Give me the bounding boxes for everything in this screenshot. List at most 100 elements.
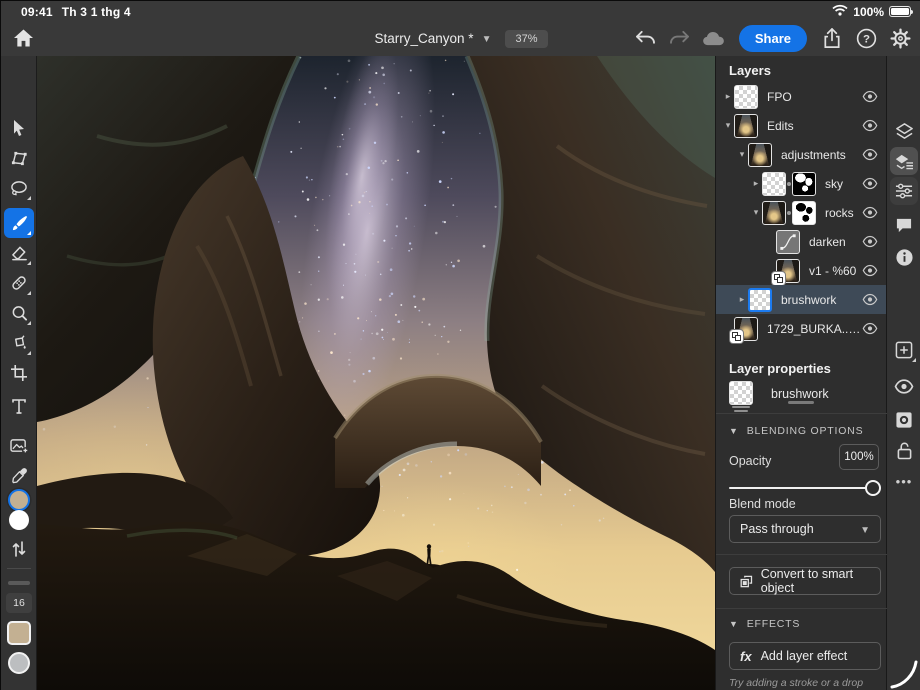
layer-row-v1-60[interactable]: v1 - %60 xyxy=(716,256,886,285)
brush-tool[interactable] xyxy=(4,208,34,238)
crop-tool[interactable] xyxy=(4,358,34,388)
lasso-select-tool[interactable] xyxy=(4,173,34,203)
status-date: Th 3 1 thg 4 xyxy=(62,5,131,19)
layer-row-fpo[interactable]: ▸ FPO xyxy=(716,82,886,111)
visibility-eye-icon[interactable] xyxy=(861,119,879,132)
layer-row-adjustments[interactable]: ▾adjustments xyxy=(716,140,886,169)
divider xyxy=(716,608,888,609)
type-tool[interactable] xyxy=(4,391,34,421)
visibility-eye-icon[interactable] xyxy=(861,177,879,190)
smart-object-badge xyxy=(730,330,743,343)
layer-thumbnail[interactable] xyxy=(762,172,786,196)
layer-properties-title: Layer properties xyxy=(729,361,831,376)
smart-object-icon xyxy=(740,574,753,589)
redo-button[interactable] xyxy=(667,26,693,52)
battery-percent: 100% xyxy=(853,5,884,19)
layer-thumbnail[interactable] xyxy=(748,143,772,167)
visibility-eye-icon[interactable] xyxy=(861,148,879,161)
more-options-button[interactable]: ••• xyxy=(887,474,920,489)
swap-colors-button[interactable] xyxy=(4,534,34,564)
layer-thumbnail[interactable] xyxy=(776,230,800,254)
foreground-color-swatch[interactable] xyxy=(8,489,30,511)
layer-mask-button[interactable] xyxy=(890,406,918,434)
place-photo-tool[interactable] xyxy=(4,431,34,461)
layer-row-edits[interactable]: ▾Edits xyxy=(716,111,886,140)
layer-row-1729-burka-anced-nr33[interactable]: 1729_BURKA...anced-NR33 xyxy=(716,314,886,343)
add-layer-button[interactable] xyxy=(890,336,918,364)
layer-thumbnail[interactable] xyxy=(762,201,786,225)
layer-thumbnail[interactable] xyxy=(734,85,758,109)
move-tool[interactable] xyxy=(4,113,34,143)
convert-to-smart-object-button[interactable]: Convert to smart object xyxy=(729,567,881,595)
background-color-swatch[interactable] xyxy=(9,510,29,530)
export-icon[interactable] xyxy=(819,26,845,52)
visibility-eye-icon[interactable] xyxy=(861,264,879,277)
lock-layer-button[interactable] xyxy=(890,437,918,465)
share-button[interactable]: Share xyxy=(739,25,807,52)
layer-mask-thumbnail[interactable] xyxy=(792,201,816,225)
layer-detail-view-button[interactable] xyxy=(890,147,918,175)
title-chevron-icon[interactable]: ▼ xyxy=(482,34,492,45)
layer-thumbnail[interactable] xyxy=(776,259,800,283)
layer-row-rocks[interactable]: ▾ rocks xyxy=(716,198,886,227)
blend-mode-select[interactable]: Pass through ▼ xyxy=(729,515,881,543)
layer-label: FPO xyxy=(767,90,861,104)
cloud-sync-icon[interactable] xyxy=(701,26,727,52)
layer-thumbnail[interactable] xyxy=(734,114,758,138)
eyedropper-tool[interactable] xyxy=(4,460,34,490)
layer-expand-arrow[interactable]: ▾ xyxy=(722,120,734,131)
help-button[interactable]: ? xyxy=(853,26,879,52)
document-title[interactable]: Starry_Canyon * xyxy=(375,31,474,46)
visibility-eye-icon[interactable] xyxy=(861,235,879,248)
battery-icon xyxy=(889,6,911,17)
svg-text:?: ? xyxy=(863,34,870,46)
brush-preview-swatch[interactable] xyxy=(8,652,30,674)
visibility-eye-icon[interactable] xyxy=(861,206,879,219)
layer-label: darken xyxy=(809,235,861,249)
opacity-value-field[interactable]: 100% xyxy=(839,444,879,470)
layer-expand-arrow[interactable]: ▸ xyxy=(750,178,762,189)
effects-header[interactable]: ▼EFFECTS xyxy=(729,618,800,630)
layer-thumbnail[interactable] xyxy=(734,317,758,341)
layer-label: rocks xyxy=(825,206,861,220)
status-time: 09:41 xyxy=(21,5,53,19)
blending-options-header[interactable]: ▼BLENDING OPTIONS xyxy=(729,425,863,437)
layer-row-brushwork[interactable]: ▸brushwork xyxy=(716,285,886,314)
opacity-slider[interactable] xyxy=(729,480,881,496)
opacity-slider-knob[interactable] xyxy=(865,480,881,496)
layer-expand-arrow[interactable]: ▾ xyxy=(736,149,748,160)
magnifier-tool[interactable] xyxy=(4,298,34,328)
canvas-artwork xyxy=(37,56,715,690)
brush-size-value[interactable]: 16 xyxy=(6,593,32,613)
layer-row-sky[interactable]: ▸sky xyxy=(716,169,886,198)
blend-mode-value: Pass through xyxy=(740,522,814,536)
settings-gear-icon[interactable] xyxy=(887,26,913,52)
canvas[interactable] xyxy=(37,56,715,690)
layer-mask-thumbnail[interactable] xyxy=(792,172,816,196)
layer-visibility-button[interactable] xyxy=(890,372,918,400)
adjustments-button[interactable] xyxy=(890,177,918,205)
layers-list-resize-handle[interactable] xyxy=(788,401,814,404)
info-button[interactable] xyxy=(890,243,918,271)
visibility-eye-icon[interactable] xyxy=(861,293,879,306)
wifi-icon xyxy=(832,4,848,19)
layer-row-darken[interactable]: darken xyxy=(716,227,886,256)
corner-gesture-indicator[interactable] xyxy=(888,658,920,690)
healing-brush-tool[interactable] xyxy=(4,268,34,298)
layers-view-button[interactable] xyxy=(890,117,918,145)
visibility-eye-icon[interactable] xyxy=(861,322,879,335)
undo-button[interactable] xyxy=(633,26,659,52)
zoom-level-badge[interactable]: 37% xyxy=(505,30,547,48)
brush-size-slider[interactable] xyxy=(8,581,30,585)
layer-thumbnail[interactable] xyxy=(748,288,772,312)
layer-expand-arrow[interactable]: ▾ xyxy=(750,207,762,218)
transform-select-tool[interactable] xyxy=(4,143,34,173)
layer-expand-arrow[interactable]: ▸ xyxy=(722,91,734,102)
comments-button[interactable] xyxy=(890,211,918,239)
eraser-tool[interactable] xyxy=(4,238,34,268)
brush-color-swatch[interactable] xyxy=(7,621,31,645)
add-layer-effect-button[interactable]: fx Add layer effect xyxy=(729,642,881,670)
paint-bucket-tool[interactable] xyxy=(4,328,34,358)
visibility-eye-icon[interactable] xyxy=(861,90,879,103)
layer-expand-arrow[interactable]: ▸ xyxy=(736,294,748,305)
